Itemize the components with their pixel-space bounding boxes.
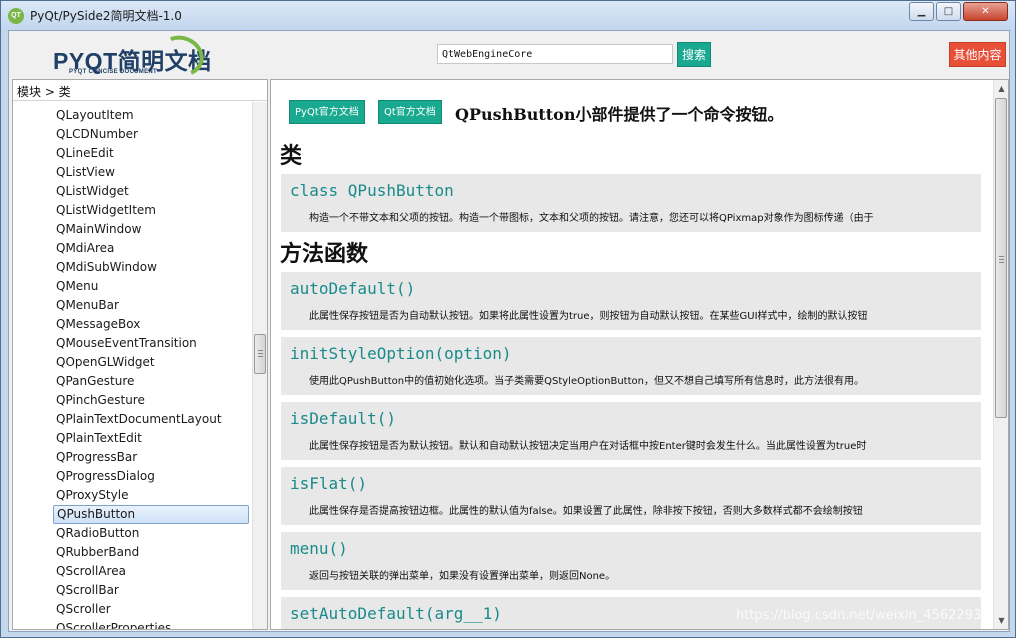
breadcrumb-text: 模块 > 类 (17, 85, 71, 99)
watermark-text: https://blog.csdn.net/weixin_4562293 (736, 608, 982, 623)
method-desc: 此属性保存按钮是否为默认按钮。默认和自动默认按钮决定当用户在对话框中按Enter… (309, 441, 867, 452)
qt-app-icon: QT (8, 8, 24, 24)
method-card: autoDefault() 此属性保存按钮是否为自动默认按钮。如果将此属性设置为t… (281, 272, 981, 330)
method-desc: 此属性保存是否提高按钮边框。此属性的默认值为false。如果设置了此属性，除非按… (309, 506, 863, 517)
class-list-item[interactable]: QRadioButton (53, 524, 249, 543)
breadcrumb: 模块 > 类 (13, 80, 267, 101)
method-card: menu() 返回与按钮关联的弹出菜单，如果没有设置弹出菜单，则返回None。 (281, 532, 981, 590)
class-list-item[interactable]: QListWidget (53, 182, 249, 201)
scroll-up-arrow-icon[interactable]: ▲ (994, 81, 1008, 96)
class-list-item[interactable]: QScrollArea (53, 562, 249, 581)
class-list-item[interactable]: QMainWindow (53, 220, 249, 239)
class-section-title: 类 (280, 143, 303, 169)
client-area: PYQT简明文档 PYQT CONCISE DOCUMENT 搜索 其他内容 模… (8, 29, 1010, 632)
class-list-item[interactable]: QMessageBox (53, 315, 249, 334)
class-list-item[interactable]: QMdiArea (53, 239, 249, 258)
method-desc: 使用此QPushButton中的值初始化选项。当子类需要QStyleOption… (309, 376, 864, 387)
title-bar[interactable]: QT PyQt/PySide2简明文档-1.0 ▁ □ ✕ (1, 1, 1015, 30)
pyqt-official-doc-button[interactable]: PyQt官方文档 (289, 100, 365, 124)
method-card: isFlat() 此属性保存是否提高按钮边框。此属性的默认值为false。如果设置… (281, 467, 981, 525)
logo-subtitle: PYQT CONCISE DOCUMENT (69, 69, 157, 75)
method-name[interactable]: isFlat() (290, 474, 367, 493)
class-list-item[interactable]: QScrollerProperties (53, 619, 249, 629)
left-scrollbar-thumb[interactable] (254, 334, 266, 374)
class-list-item[interactable]: QListWidgetItem (53, 201, 249, 220)
class-list-item[interactable]: QOpenGLWidget (53, 353, 249, 372)
class-desc: 构造一个不带文本和父项的按钮。构造一个带图标，文本和父项的按钮。请注意，您还可以… (309, 213, 874, 224)
class-list-item[interactable]: QMenuBar (53, 296, 249, 315)
method-name[interactable]: initStyleOption(option) (290, 344, 512, 363)
method-name[interactable]: isDefault() (290, 409, 396, 428)
class-list-item[interactable]: QLayoutItem (53, 106, 249, 125)
class-list-item[interactable]: QPushButton (53, 505, 249, 524)
class-name: class QPushButton (290, 181, 454, 200)
class-list-item[interactable]: QLCDNumber (53, 125, 249, 144)
doc-panel: PyQt官方文档 Qt官方文档 QPushButton小部件提供了一个命令按钮。… (270, 79, 1009, 630)
doc-scrollbar-thumb[interactable] (995, 98, 1007, 418)
class-list-item[interactable]: QScroller (53, 600, 249, 619)
pyqt-logo: PYQT简明文档 PYQT CONCISE DOCUMENT (53, 29, 223, 83)
class-list-item[interactable]: QScrollBar (53, 581, 249, 600)
class-list-panel: 模块 > 类 QLayoutItem QLCDNumber QLineEdit QLi… (12, 79, 268, 630)
class-list-item[interactable]: QLineEdit (53, 144, 249, 163)
search-input[interactable] (437, 44, 673, 64)
window-title: PyQt/PySide2简明文档-1.0 (30, 9, 182, 23)
class-list-item[interactable]: QMdiSubWindow (53, 258, 249, 277)
method-name[interactable]: setAutoDefault(arg__1) (290, 604, 502, 623)
method-name[interactable]: menu() (290, 539, 348, 558)
class-list-item[interactable]: QRubberBand (53, 543, 249, 562)
class-list-item[interactable]: QPlainTextDocumentLayout (53, 410, 249, 429)
search-button[interactable]: 搜索 (677, 42, 711, 67)
scroll-down-arrow-icon[interactable]: ▼ (994, 613, 1008, 628)
left-scrollbar[interactable] (252, 102, 267, 629)
qt-official-doc-button[interactable]: Qt官方文档 (378, 100, 442, 124)
class-list-item[interactable]: QPinchGesture (53, 391, 249, 410)
methods-section-title: 方法函数 (280, 241, 369, 267)
class-list-item[interactable]: QProgressDialog (53, 467, 249, 486)
app-window: QT PyQt/PySide2简明文档-1.0 ▁ □ ✕ PYQT简明文档 P… (0, 0, 1016, 638)
class-card: class QPushButton 构造一个不带文本和父项的按钮。构造一个带图标… (281, 174, 981, 232)
class-list-item[interactable]: QListView (53, 163, 249, 182)
class-list-item[interactable]: QMenu (53, 277, 249, 296)
doc-scrollbar[interactable]: ▲ ▼ (993, 80, 1008, 629)
method-name[interactable]: autoDefault() (290, 279, 415, 298)
doc-content: PyQt官方文档 Qt官方文档 QPushButton小部件提供了一个命令按钮。… (271, 80, 993, 629)
class-list-item[interactable]: QMouseEventTransition (53, 334, 249, 353)
top-toolbar: PYQT简明文档 PYQT CONCISE DOCUMENT 搜索 其他内容 (9, 29, 1009, 83)
class-list-item[interactable]: QProgressBar (53, 448, 249, 467)
maximize-button[interactable]: □ (936, 2, 961, 21)
other-content-button[interactable]: 其他内容 (949, 42, 1006, 67)
minimize-button[interactable]: ▁ (909, 2, 934, 21)
method-card: isDefault() 此属性保存按钮是否为默认按钮。默认和自动默认按钮决定当用户… (281, 402, 981, 460)
class-list-item[interactable]: QProxyStyle (53, 486, 249, 505)
method-card: initStyleOption(option) 使用此QPushButton中的值… (281, 337, 981, 395)
close-button[interactable]: ✕ (963, 2, 1008, 21)
method-desc: 此属性保存按钮是否为自动默认按钮。如果将此属性设置为true，则按钮为自动默认按… (309, 311, 868, 322)
doc-heading: QPushButton小部件提供了一个命令按钮。 (455, 105, 784, 124)
method-desc: 返回与按钮关联的弹出菜单，如果没有设置弹出菜单，则返回None。 (309, 571, 616, 582)
class-list-item[interactable]: QPanGesture (53, 372, 249, 391)
class-list-item[interactable]: QPlainTextEdit (53, 429, 249, 448)
